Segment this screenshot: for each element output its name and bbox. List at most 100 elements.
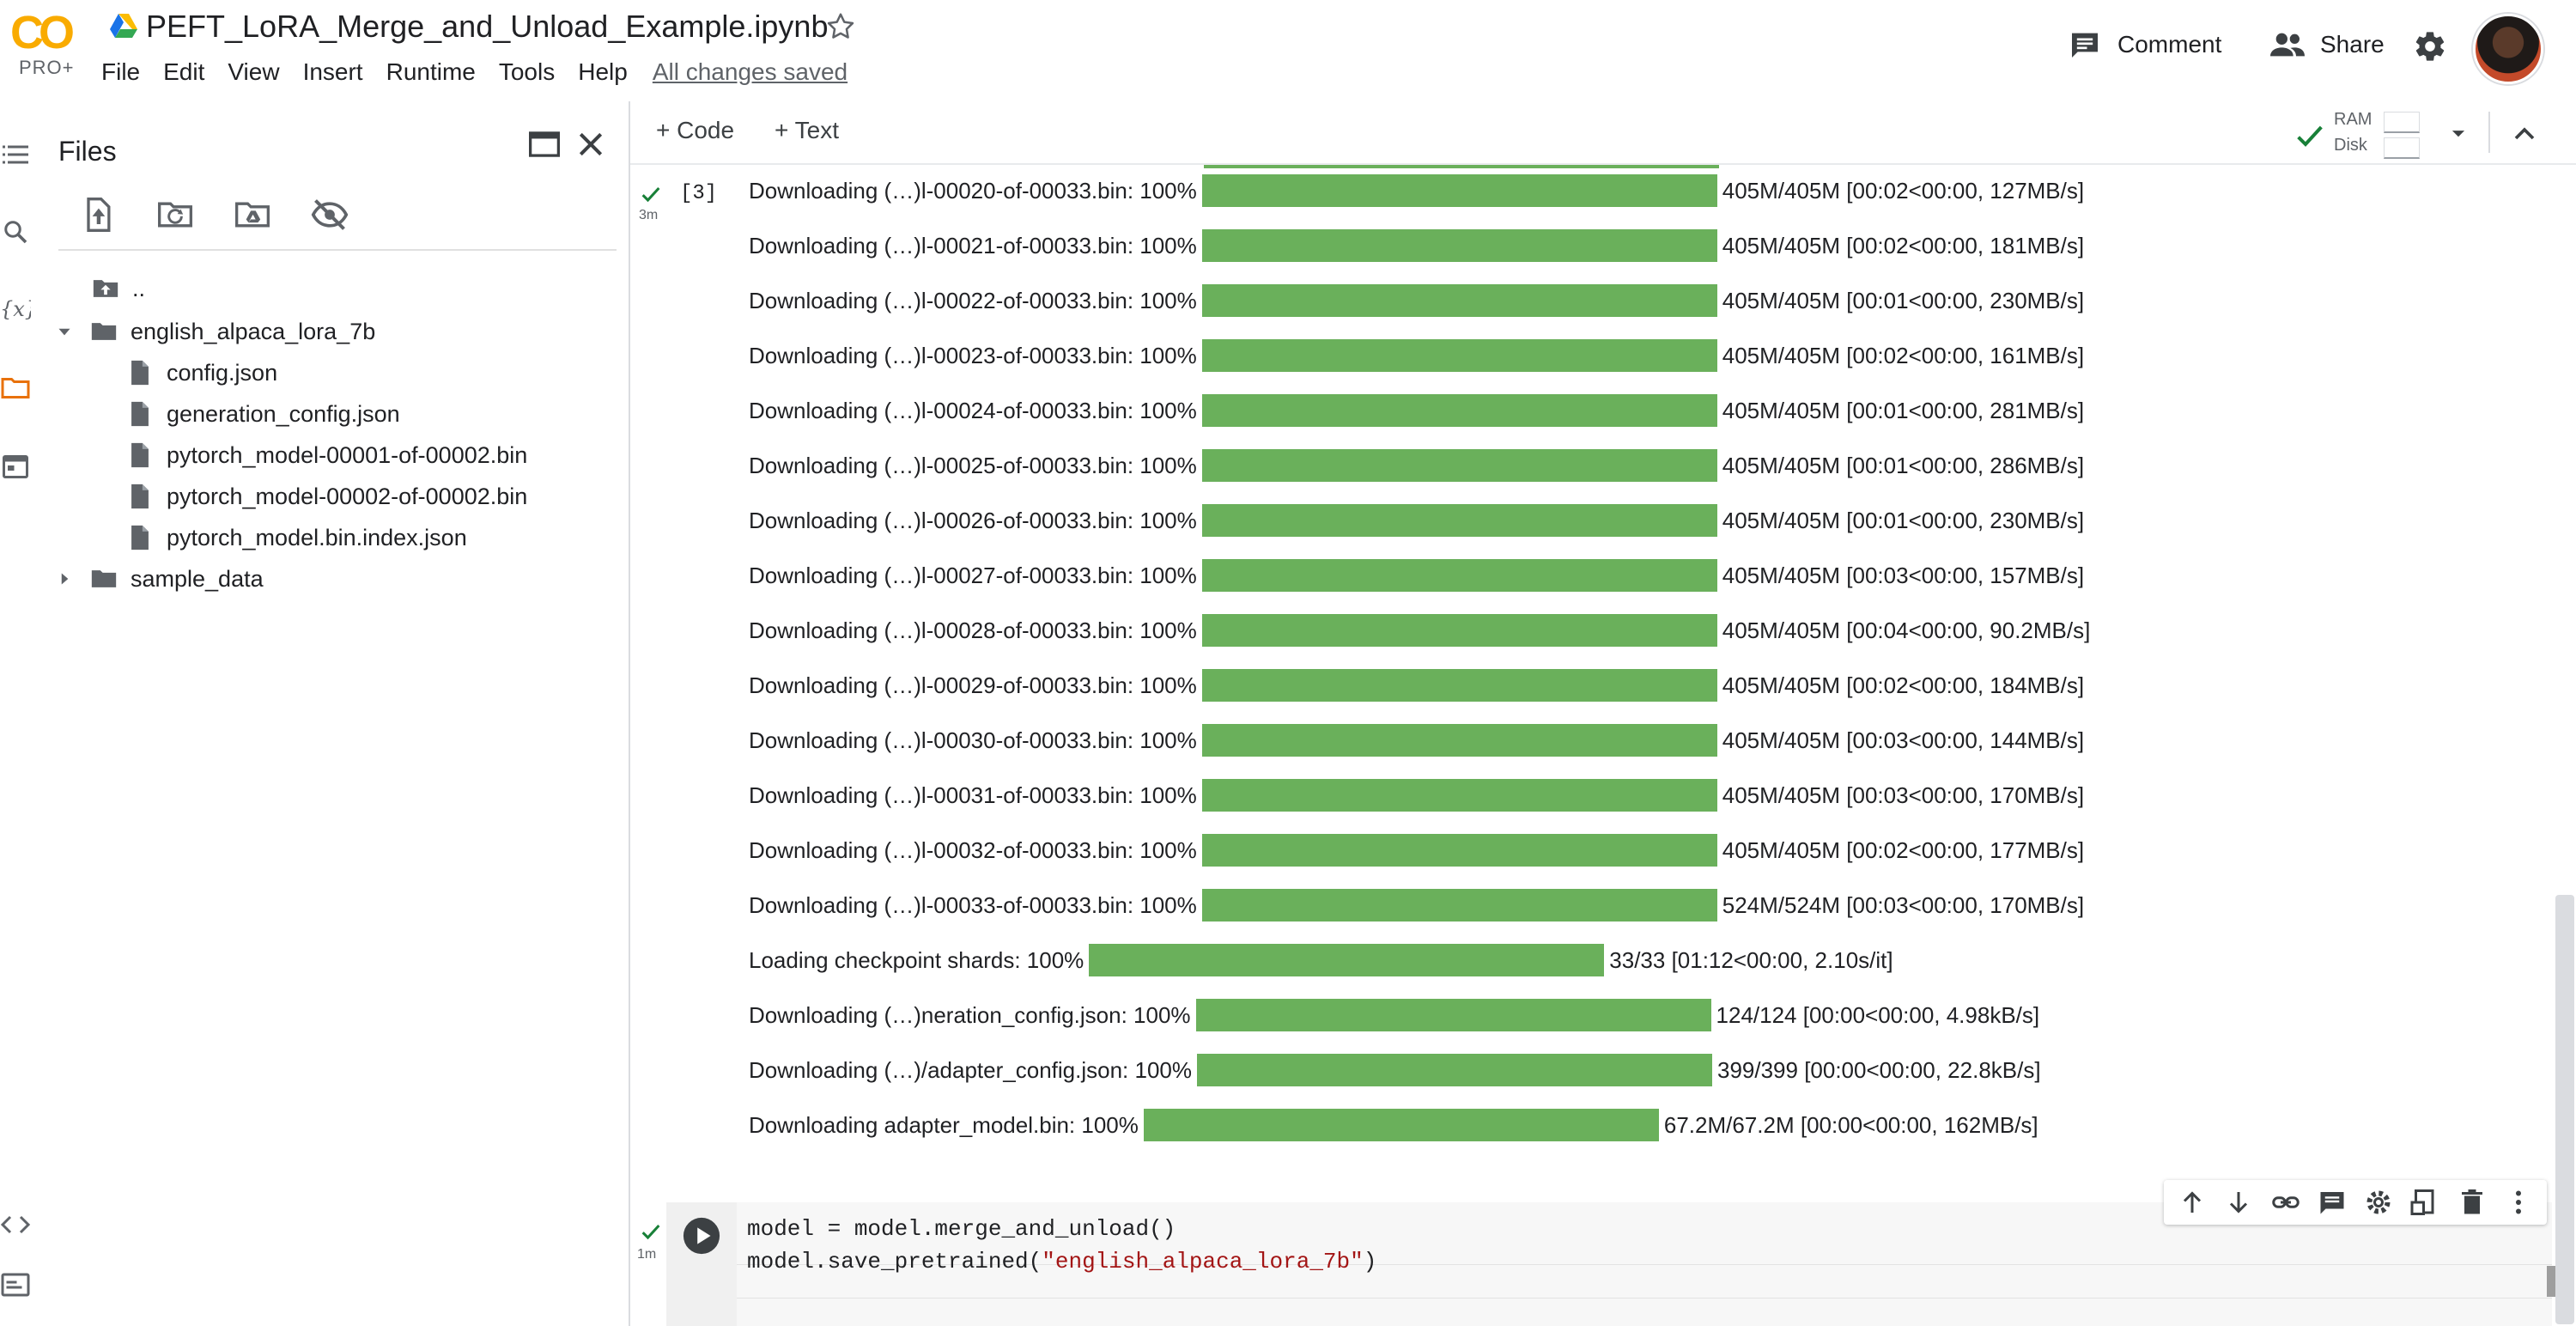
variables-icon[interactable]: {x} [0,294,31,325]
move-down-icon[interactable] [2223,1187,2254,1218]
tree-folder-sample-data[interactable]: sample_data [53,560,264,598]
code-line[interactable]: model.save_pretrained("english_alpaca_lo… [747,1249,1376,1274]
save-status[interactable]: All changes saved [653,58,848,86]
share-label: Share [2320,31,2385,58]
move-up-icon[interactable] [2177,1187,2208,1218]
notebook-title[interactable]: PEFT_LoRA_Merge_and_Unload_Example.ipynb [146,9,828,45]
progress-stats: 405M/405M [00:01<00:00, 230MB/s] [1722,507,2085,533]
code-snippets-icon[interactable] [0,1209,31,1240]
progress-stats: 405M/405M [00:01<00:00, 281MB/s] [1722,397,2085,423]
tree-folder-label: english_alpaca_lora_7b [131,318,376,344]
cell-toolbar [2164,1180,2547,1225]
svg-text:{x}: {x} [0,297,31,321]
link-icon[interactable] [2270,1187,2301,1218]
add-text-button[interactable]: + Text [775,117,839,144]
mount-drive-icon[interactable] [234,196,271,234]
chevron-down-icon[interactable] [2444,119,2473,148]
chevron-up-icon[interactable] [2507,117,2542,151]
progress-label: Downloading (…)l-00030-of-00033.bin: 100… [749,727,1197,753]
progress-output-line: Downloading (…)neration_config.json: 100… [749,998,2039,1032]
progress-output-line: Downloading (…)l-00029-of-00033.bin: 100… [749,668,2084,703]
tree-file-label: config.json [167,359,278,386]
code-line[interactable]: model = model.merge_and_unload() [747,1216,1176,1242]
google-drive-icon[interactable] [108,12,139,40]
tree-file[interactable]: pytorch_model-00001-of-00002.bin [125,436,527,474]
settings-icon[interactable] [2363,1187,2394,1218]
tree-parent-dir[interactable]: .. [91,270,145,307]
menu-tools[interactable]: Tools [499,58,555,86]
progress-bar [1143,1109,1659,1141]
tree-folder-english-alpaca[interactable]: english_alpaca_lora_7b [53,313,375,350]
ram-meter[interactable] [2384,112,2420,133]
progress-fill [1201,449,1717,482]
files-panel: Files .. english_alpaca_lora_7b config.j… [38,101,630,1326]
more-icon[interactable] [2503,1187,2534,1218]
star-icon[interactable] [824,10,857,43]
search-icon[interactable] [0,216,31,247]
header-bar: CO PRO+ PEFT_LoRA_Merge_and_Unload_Examp… [0,0,2576,103]
menu-runtime[interactable]: Runtime [386,58,476,86]
delete-icon[interactable] [2457,1187,2488,1218]
cell-execution-count: [3] [680,182,718,205]
run-cell-button[interactable] [682,1216,721,1256]
progress-label: Downloading (…)l-00029-of-00033.bin: 100… [749,672,1197,698]
tree-file[interactable]: config.json [125,354,277,392]
tree-file[interactable]: pytorch_model-00002-of-00002.bin [125,477,527,515]
disk-label: Disk [2334,136,2367,155]
tree-file[interactable]: pytorch_model.bin.index.json [125,519,467,557]
progress-output-line: Downloading (…)l-00033-of-00033.bin: 100… [749,888,2084,922]
progress-fill [1195,999,1711,1031]
comment-button[interactable]: Comment [2068,27,2221,62]
toolbar-divider [2488,112,2490,153]
colab-logo[interactable]: CO PRO+ [10,9,79,78]
file-icon [131,442,149,468]
progress-label: Downloading (…)l-00026-of-00033.bin: 100… [749,507,1197,533]
user-avatar[interactable] [2473,14,2543,84]
code-text: ) [1363,1249,1377,1274]
refresh-icon[interactable] [156,196,194,234]
progress-stats: 67.2M/67.2M [00:00<00:00, 162MB/s] [1663,1111,2038,1138]
menu-edit[interactable]: Edit [163,58,204,86]
progress-label: Downloading adapter_model.bin: 100% [749,1111,1139,1138]
progress-fill [1196,1054,1712,1086]
upload-icon[interactable] [79,196,117,234]
menu-file[interactable]: File [101,58,140,86]
folder-up-icon [93,280,118,297]
progress-bar [1201,889,1717,922]
hide-files-icon[interactable] [311,196,349,234]
progress-bar [1201,834,1717,867]
notebook-scrollbar[interactable] [2555,895,2574,1324]
mirror-cell-icon[interactable] [2409,1187,2440,1218]
progress-label: Downloading (…)l-00024-of-00033.bin: 100… [749,397,1197,423]
progress-label: Loading checkpoint shards: 100% [749,946,1084,973]
comment-icon[interactable] [2317,1187,2348,1218]
progress-fill [1201,229,1717,262]
menu-insert[interactable]: Insert [303,58,363,86]
terminal-icon[interactable] [0,1269,31,1300]
progress-label: Downloading (…)l-00031-of-00033.bin: 100… [749,782,1197,808]
add-code-button[interactable]: + Code [656,117,734,144]
close-icon[interactable] [574,127,608,161]
progress-fill [1201,614,1717,647]
tree-file[interactable]: generation_config.json [125,395,400,433]
calendar-icon[interactable] [0,450,31,481]
notebook-cells: 3m [3] Downloading (…)l-00020-of-00033.b… [630,165,2576,1326]
comment-label: Comment [2117,31,2222,58]
caret-right-icon[interactable] [53,568,76,590]
menu-view[interactable]: View [228,58,279,86]
folder-icon[interactable] [0,373,31,404]
table-of-contents-icon[interactable] [0,139,31,170]
open-in-tab-icon[interactable] [527,129,562,160]
connected-check-icon[interactable] [2293,119,2327,153]
caret-down-icon[interactable] [53,320,76,343]
settings-gear-icon[interactable] [2413,29,2447,64]
menu-help[interactable]: Help [578,58,628,86]
progress-fill [1201,504,1717,537]
progress-stats: 124/124 [00:00<00:00, 4.98kB/s] [1716,1001,2040,1028]
disk-meter[interactable] [2384,137,2420,159]
share-button[interactable]: Share [2269,27,2385,62]
people-icon [2270,33,2305,57]
progress-fill [1143,1109,1659,1141]
progress-label: Downloading (…)/adapter_config.json: 100… [749,1056,1192,1083]
file-icon [131,525,149,550]
